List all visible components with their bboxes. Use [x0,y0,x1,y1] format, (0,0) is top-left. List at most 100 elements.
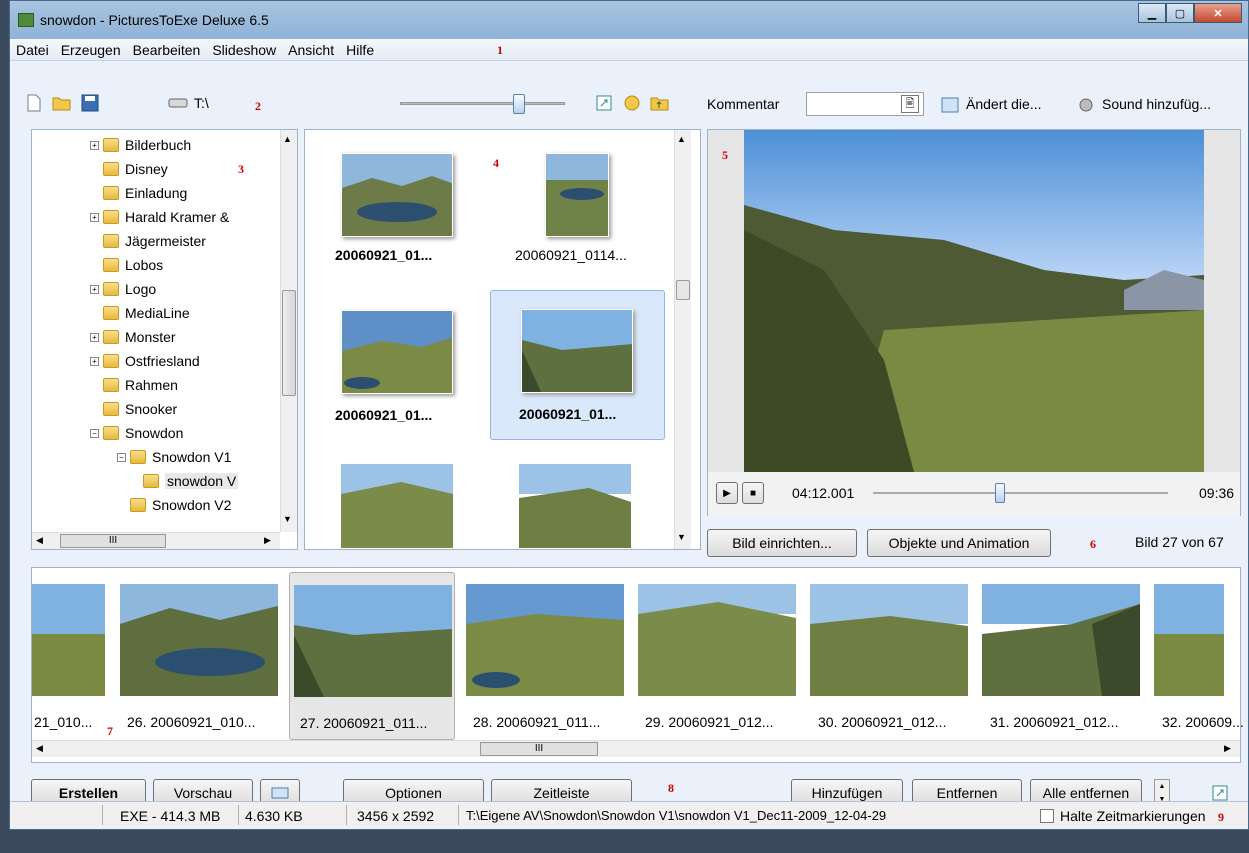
folder-icon [103,234,119,248]
folder-icon [103,378,119,392]
tree-item[interactable]: Rahmen [103,373,178,397]
browser-vscroll[interactable]: ▲ ▼ [674,130,691,549]
add-sound-button[interactable]: Sound hinzufüg... [1102,96,1211,112]
collapse-icon[interactable]: − [117,452,126,462]
drive-label[interactable]: T:\ [194,95,209,111]
status-divider [458,805,459,825]
explorer-folder-icon[interactable] [622,93,642,113]
slide-selected[interactable]: 27. 20060921_011... [289,572,455,740]
browser-thumbnail[interactable] [341,464,453,548]
slide-thumb[interactable] [810,584,968,696]
maximize-button[interactable]: ▢ [1166,3,1194,23]
tree-item[interactable]: Disney [103,157,168,181]
keep-markers-label[interactable]: Halte Zeitmarkierungen [1060,808,1206,824]
play-button[interactable]: ▶ [716,482,738,504]
slide-thumb[interactable] [638,584,796,696]
browser-thumbnail[interactable] [519,464,631,548]
slide-thumb-partial[interactable] [1154,584,1224,696]
expand-icon[interactable]: + [90,212,99,222]
tree-item[interactable]: − Snowdon [90,421,183,445]
comment-label: Kommentar [707,96,780,112]
tree-item[interactable]: Snooker [103,397,177,421]
image-setup-button[interactable]: Bild einrichten... [707,529,857,557]
folder-up-icon[interactable] [650,93,670,113]
expand-icon[interactable]: + [90,140,99,150]
strip-hscroll[interactable]: ◀ III ▶ [32,740,1240,757]
tree-item[interactable]: + Logo [90,277,156,301]
time-total: 09:36 [1199,485,1235,501]
close-button[interactable]: ✕ [1194,3,1242,23]
comment-edit-icon[interactable]: 🖹 [901,95,919,113]
timeline-slider-thumb[interactable] [995,483,1005,503]
menu-bearbeiten[interactable]: Bearbeiten [133,42,209,58]
save-icon[interactable] [80,93,100,113]
scroll-left-icon[interactable]: ◀ [36,743,43,754]
minimize-button[interactable]: ▁ [1138,3,1166,23]
expand-icon[interactable]: + [90,356,99,366]
image-settings-icon[interactable] [940,95,960,115]
expand-icon[interactable]: + [90,284,99,294]
collapse-icon[interactable]: − [90,428,99,438]
stop-button[interactable]: ■ [742,482,764,504]
menu-ansicht[interactable]: Ansicht [288,42,342,58]
scroll-down-icon[interactable]: ▼ [283,514,292,524]
slide-thumb[interactable] [982,584,1140,696]
folder-icon [103,282,119,296]
tree-item[interactable]: + Harald Kramer & [90,205,229,229]
comment-input[interactable]: 🖹 [806,92,924,116]
changes-button[interactable]: Ändert die... [966,96,1042,112]
open-folder-icon[interactable] [52,93,72,113]
tree-item[interactable]: + Monster [90,325,176,349]
status-dimensions: 3456 x 2592 [357,808,435,824]
objects-animation-button[interactable]: Objekte und Animation [867,529,1051,557]
tree-item[interactable]: + Bilderbuch [90,133,191,157]
browser-vscroll-thumb[interactable] [676,280,690,300]
new-file-icon[interactable] [24,93,44,113]
timeline-slider[interactable] [873,483,1168,503]
zoom-slider[interactable] [400,94,565,114]
tree-item[interactable]: + Ostfriesland [90,349,200,373]
external-window-icon[interactable] [594,93,614,113]
marker-7: 7 [107,724,113,738]
scroll-up-icon[interactable]: ▲ [677,134,686,144]
strip-hscroll-thumb[interactable]: III [480,742,598,756]
menu-erzeugen[interactable]: Erzeugen [61,42,129,58]
external-window-icon[interactable] [1210,783,1230,803]
tree-item-selected[interactable]: snowdon V [143,469,293,493]
browser-thumbnail[interactable] [341,153,454,238]
scroll-up-icon[interactable]: ▲ [283,134,292,144]
tree-item[interactable]: MediaLine [103,301,190,325]
menu-datei[interactable]: Datei [16,42,57,58]
tree-vscroll[interactable]: ▲ ▼ [280,130,297,532]
browser-thumbnail-selected[interactable]: 20060921_01... [490,290,665,440]
browser-thumbnail[interactable] [341,310,454,395]
slide-caption: 21_010... [34,714,93,730]
tree-item[interactable]: Snowdon V2 [130,493,231,517]
marker-1: 1 [497,43,503,57]
tree-item[interactable]: Jägermeister [103,229,206,253]
keep-markers-checkbox[interactable] [1040,809,1054,823]
tree-hscroll-thumb[interactable]: III [60,534,166,548]
tree-hscroll[interactable]: ◀ III ▶ [32,532,280,549]
slide-thumb[interactable] [466,584,624,696]
menu-slideshow[interactable]: Slideshow [212,42,284,58]
folder-tree-panel: 3 + Bilderbuch Disney Einladung + Harald K… [31,129,298,550]
tree-item[interactable]: Lobos [103,253,163,277]
tree-item[interactable]: Einladung [103,181,187,205]
slide-thumb[interactable] [120,584,278,696]
tree-vscroll-thumb[interactable] [282,290,296,396]
title-bar[interactable]: snowdon - PicturesToExe Deluxe 6.5 ▁ ▢ ✕ [10,1,1248,39]
sound-icon[interactable] [1076,95,1096,115]
scroll-left-icon[interactable]: ◀ [36,535,43,546]
folder-icon [103,258,119,272]
zoom-slider-thumb[interactable] [513,94,525,114]
slide-thumb-partial[interactable] [32,584,105,696]
tree-item[interactable]: − Snowdon V1 [117,445,231,469]
menu-hilfe[interactable]: Hilfe [346,42,382,58]
scroll-down-icon[interactable]: ▼ [677,532,686,542]
status-path: T:\Eigene AV\Snowdon\Snowdon V1\snowdon … [466,808,887,823]
scroll-right-icon[interactable]: ▶ [1224,743,1231,754]
scroll-right-icon[interactable]: ▶ [264,535,271,546]
browser-thumbnail[interactable] [545,153,610,238]
expand-icon[interactable]: + [90,332,99,342]
